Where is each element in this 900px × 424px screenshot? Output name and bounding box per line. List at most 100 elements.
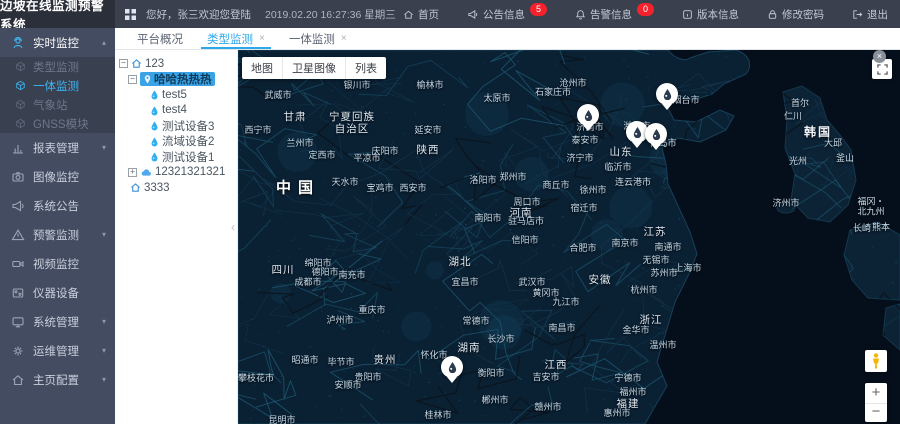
tree-node-collapsed[interactable]: + 12321321321 [115,165,237,181]
sidebar-item-warning-monitoring[interactable]: 预警监测 ▾ [0,220,115,249]
version-info-icon [682,9,693,20]
map-button[interactable]: 地图 [242,57,283,79]
expand-toggle-icon[interactable]: + [128,168,137,177]
tab-integrated-monitoring[interactable]: 一体监测 × [277,28,359,49]
sidebar-item-ops-management[interactable]: 运维管理 ▾ [0,336,115,365]
menu-grid-icon[interactable] [125,9,136,20]
map-marker[interactable] [441,356,463,378]
top-header: 边坡在线监测预警系统 您好，张三欢迎您登陆 2019.02.20 16:27:3… [0,0,900,28]
close-circle-icon[interactable]: × [873,50,886,63]
tree-device[interactable]: test4 [115,103,237,119]
location-pin-icon [143,74,152,85]
app-title: 边坡在线监测预警系统 [0,0,115,28]
tab-platform-overview[interactable]: 平台概况 [125,28,195,49]
map-view-switcher: 地图 卫星图像 列表 [242,57,386,79]
tree-device[interactable]: test5 [115,87,237,103]
map-canvas [238,50,900,424]
map-marker[interactable] [577,104,599,126]
cube-icon [15,118,26,129]
sidebar-item-instruments[interactable]: 仪器设备 [0,278,115,307]
announcement-badge: 5 [530,3,547,16]
lock-icon [767,9,778,20]
sidebar: 实时监控 ▴ 类型监测 一体监测 气象站 GNSS模块 报表管理 [0,28,115,424]
map-view[interactable]: 中国韩国甘肃陕西山东河南江苏安徽湖北浙江湖南江西贵州四川福建宁夏回族 自治区武威… [238,50,900,424]
map-zoom-control: + − [865,383,887,422]
droplet-icon [150,89,159,100]
sidebar-item-type-monitoring[interactable]: 类型监测 [0,57,115,76]
cube-icon [15,80,26,91]
home-icon [403,9,414,20]
nav-home[interactable]: 首页 [403,7,439,22]
sidebar-item-integrated-monitoring[interactable]: 一体监测 [0,76,115,95]
project-home-icon [130,182,141,193]
collapse-toggle-icon[interactable]: − [119,59,128,68]
warning-triangle-icon [11,228,25,242]
caret-down-icon: ▾ [102,143,106,152]
megaphone-icon [11,199,25,213]
device-tree-panel: − 123 − 哈哈热热热 test5 test4 测试设 [115,50,238,424]
map-marker[interactable] [656,83,678,105]
caret-down-icon: ▾ [102,346,106,355]
droplet-icon [583,109,594,121]
sidebar-group-realtime-monitoring[interactable]: 实时监控 ▴ [0,28,115,57]
sidebar-item-image-monitoring[interactable]: 图像监控 [0,162,115,191]
instrument-icon [11,286,25,300]
droplet-icon [651,128,662,140]
tree-device[interactable]: 测试设备1 [115,149,237,165]
cube-icon [15,61,26,72]
caret-up-icon: ▴ [102,38,106,47]
alarm-badge: 0 [637,3,654,16]
droplet-icon [447,361,458,373]
app-window: 边坡在线监测预警系统 您好，张三欢迎您登陆 2019.02.20 16:27:3… [0,0,900,424]
collapse-toggle-icon[interactable]: − [128,75,137,84]
caret-down-icon: ▾ [102,230,106,239]
alarm-bell-icon [575,9,586,20]
tree-device[interactable]: 流域设备2 [115,134,237,150]
sidebar-item-gnss-module[interactable]: GNSS模块 [0,114,115,133]
user-greeting: 您好，张三欢迎您登陆 [146,7,251,22]
tab-close-icon[interactable]: × [341,33,347,44]
sidebar-item-system-management[interactable]: 系统管理 ▾ [0,307,115,336]
map-marker[interactable] [645,123,667,145]
fullscreen-icon [877,64,888,75]
sidebar-item-report-management[interactable]: 报表管理 ▾ [0,133,115,162]
tab-bar: 平台概况 类型监测 × 一体监测 × [115,28,900,50]
bar-chart-icon [11,141,25,155]
tree-node-root2[interactable]: 3333 [115,180,237,196]
zoom-in-button[interactable]: + [865,383,887,404]
announcement-icon [467,9,479,20]
nav-alarms[interactable]: 告警信息 0 [575,7,654,22]
caret-down-icon: ▾ [102,375,106,384]
pegman-button[interactable] [865,350,887,372]
monitor-icon [11,315,25,329]
panel-collapse-chevron-left-icon[interactable]: ‹ [231,220,235,234]
zoom-out-button[interactable]: − [865,404,887,422]
nav-version[interactable]: 版本信息 [682,7,739,22]
nav-logout[interactable]: 退出 [852,7,888,22]
nav-change-password[interactable]: 修改密码 [767,7,824,22]
device-tree: − 123 − 哈哈热热热 test5 test4 测试设 [115,50,237,196]
header-main: 您好，张三欢迎您登陆 2019.02.20 16:27:36 星期三 首页 公告… [115,0,900,28]
satellite-button[interactable]: 卫星图像 [283,57,346,79]
tab-close-icon[interactable]: × [259,33,265,44]
list-button[interactable]: 列表 [346,57,386,79]
droplet-icon [150,120,159,131]
pegman-icon [871,353,881,369]
sidebar-item-system-announcement[interactable]: 系统公告 [0,191,115,220]
tree-node-selected[interactable]: − 哈哈热热热 [115,72,237,88]
tab-type-monitoring[interactable]: 类型监测 × [195,28,277,49]
tree-node-root1[interactable]: − 123 [115,56,237,72]
sidebar-submenu-realtime: 类型监测 一体监测 气象站 GNSS模块 [0,57,115,133]
cube-icon [15,99,26,110]
header-nav: 首页 公告信息 5 告警信息 0 版本信息 修改 [403,7,888,22]
nav-announcements[interactable]: 公告信息 5 [467,7,547,22]
realtime-monitor-icon [11,36,25,50]
sidebar-item-homepage-config[interactable]: 主页配置 ▾ [0,365,115,394]
video-camera-icon [11,257,25,271]
tree-device[interactable]: 测试设备3 [115,118,237,134]
project-home-icon [131,58,142,69]
sidebar-item-video-monitoring[interactable]: 视频监控 [0,249,115,278]
home-config-icon [11,373,25,387]
sidebar-item-weather-station[interactable]: 气象站 [0,95,115,114]
logout-icon [852,9,863,20]
